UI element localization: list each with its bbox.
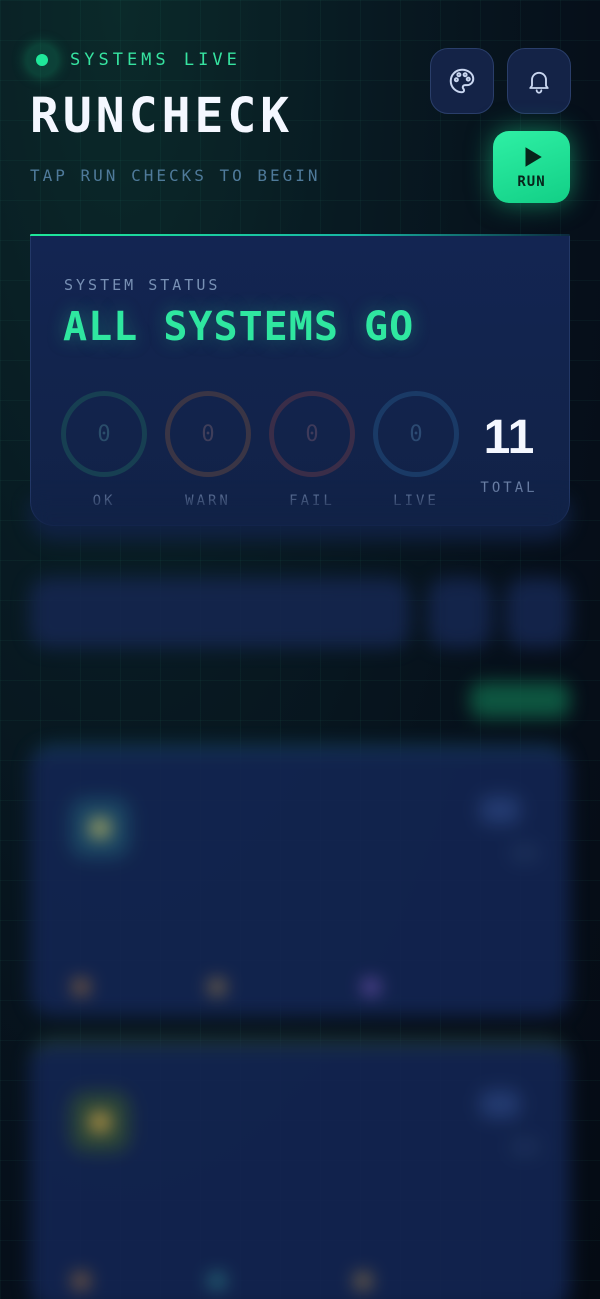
blurred-search-box [30, 578, 410, 648]
run-button-label: RUN [517, 174, 546, 190]
blurred-card-edge [30, 500, 570, 540]
blurred-filter-button [428, 578, 492, 648]
blurred-content-overlay [0, 500, 600, 1299]
blurred-tag [200, 1266, 234, 1296]
blurred-pill-small [510, 844, 540, 862]
blurred-check-icon [70, 1092, 130, 1152]
total-counter: 11 TOTAL [479, 411, 539, 497]
play-icon [525, 147, 542, 167]
live-counter: 0 LIVE [373, 391, 459, 509]
live-status-text: SYSTEMS LIVE [70, 50, 241, 70]
blurred-tag [346, 1266, 380, 1296]
total-label: TOTAL [480, 480, 538, 496]
live-dot-icon [26, 44, 58, 76]
blurred-check-icon [70, 798, 130, 858]
ok-ring: 0 [61, 391, 147, 477]
status-headline: ALL SYSTEMS GO [63, 304, 415, 350]
total-value: 11 [483, 411, 535, 464]
live-status-indicator: SYSTEMS LIVE [26, 44, 241, 76]
bell-icon [529, 71, 549, 94]
blurred-section-chip [470, 682, 570, 718]
notifications-button[interactable] [507, 48, 571, 114]
blurred-check-card [30, 1040, 570, 1299]
blurred-sort-button [506, 578, 570, 648]
run-checks-button[interactable]: RUN [493, 131, 570, 203]
warn-ring: 0 [165, 391, 251, 477]
app-title: RUNCHECK [30, 88, 294, 144]
palette-icon [449, 68, 475, 94]
blurred-pill-small [510, 1138, 540, 1156]
blurred-tag [64, 972, 98, 1002]
theme-button[interactable] [430, 48, 494, 114]
ok-counter: 0 OK [61, 391, 147, 509]
system-status-card: SYSTEM STATUS ALL SYSTEMS GO 0 OK 0 WARN… [30, 236, 570, 526]
blurred-pill [480, 796, 520, 824]
fail-ring: 0 [269, 391, 355, 477]
subtitle: TAP RUN CHECKS TO BEGIN [30, 166, 321, 185]
blurred-check-card [30, 746, 570, 1016]
blurred-tag [200, 972, 234, 1002]
blurred-tag [64, 1266, 98, 1296]
blurred-pill [480, 1090, 520, 1118]
blurred-tag [354, 972, 388, 1002]
status-card-label: SYSTEM STATUS [64, 276, 221, 294]
live-ring: 0 [373, 391, 459, 477]
warn-counter: 0 WARN [165, 391, 251, 509]
fail-counter: 0 FAIL [269, 391, 355, 509]
